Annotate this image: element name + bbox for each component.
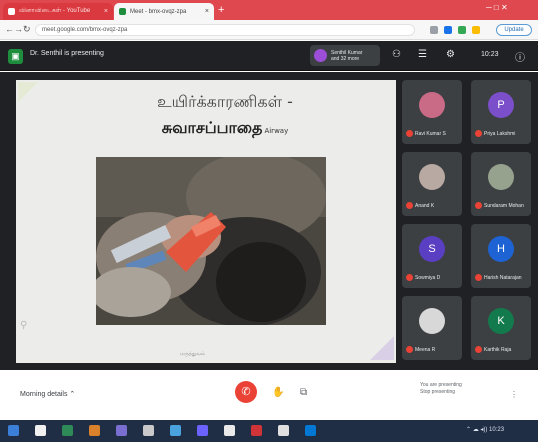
- presenting-note-line1: You are presenting: [420, 382, 462, 388]
- slide-title-line2: சுவாசப்பாதை Airway: [130, 118, 320, 139]
- taskbar-app-icon[interactable]: [116, 425, 127, 436]
- presenter-name: Senthil Kumar: [331, 49, 363, 56]
- mic-off-icon: [475, 346, 482, 353]
- participant-name: Harish Natarajan: [484, 275, 522, 281]
- window-controls[interactable]: ─ □ ✕: [486, 3, 508, 12]
- meet-favicon-icon: [119, 8, 126, 15]
- mic-off-icon: [406, 130, 413, 137]
- presenter-chip[interactable]: Senthil Kumar and 32 more: [310, 45, 380, 66]
- taskbar-app-icon[interactable]: [278, 425, 289, 436]
- participant-avatar: [419, 92, 445, 118]
- participant-avatar: S: [419, 236, 445, 262]
- tab-meet-label: Meet - bmx-ovqz-zpa: [130, 8, 187, 15]
- participant-tile[interactable]: S Sowmiya D: [402, 224, 462, 288]
- extension-icon[interactable]: [444, 26, 452, 34]
- participant-avatar: [419, 164, 445, 190]
- slide-footer: மருத்துவம்: [180, 351, 206, 357]
- url-input[interactable]: meet.google.com/bmx-ovqz-zpa: [35, 24, 415, 36]
- participant-tile[interactable]: K Karthik Raja: [471, 296, 531, 360]
- participant-avatar: [419, 308, 445, 334]
- participant-name: Ravi Kumar S: [415, 131, 446, 137]
- taskbar-app-icon[interactable]: [305, 425, 316, 436]
- participant-avatar: [488, 164, 514, 190]
- mic-off-icon: [475, 274, 482, 281]
- presenting-note[interactable]: You are presenting Stop presenting: [420, 382, 488, 396]
- slide-corner-decoration: [370, 336, 394, 360]
- taskbar-app-icon[interactable]: [224, 425, 235, 436]
- mic-off-icon: [475, 202, 482, 209]
- presenter-more: and 32 more: [331, 55, 360, 62]
- taskbar-app-icon[interactable]: [89, 425, 100, 436]
- taskbar-app-icon[interactable]: [35, 425, 46, 436]
- update-button[interactable]: Update: [496, 24, 532, 36]
- meet-controls-bar: [0, 370, 538, 422]
- raise-hand-button[interactable]: ✋: [272, 387, 284, 398]
- slide-nav-icon: ⚲: [20, 320, 28, 331]
- forward-icon[interactable]: →: [14, 24, 23, 34]
- participant-name: Sowmiya D: [415, 275, 441, 281]
- participant-name: Karthik Raja: [484, 347, 512, 353]
- new-tab-button[interactable]: +: [218, 4, 224, 16]
- more-options-button[interactable]: ⋮: [510, 390, 518, 399]
- captions-button[interactable]: ⧉: [300, 387, 307, 398]
- taskbar-app-icon[interactable]: [170, 425, 181, 436]
- chat-icon[interactable]: ☰: [418, 49, 427, 60]
- chevron-up-icon: ⌃: [69, 391, 76, 398]
- end-call-button[interactable]: ✆: [235, 381, 257, 403]
- info-icon[interactable]: ⓘ: [515, 49, 525, 64]
- participant-tile[interactable]: Sundaram Mohan: [471, 152, 531, 216]
- screen: { "browser": { "tabs": [ {"label": "வினா…: [0, 0, 538, 442]
- slide-title-line1: உயிர்க்காரணிகள் -: [157, 92, 293, 111]
- mic-off-icon: [406, 202, 413, 209]
- participant-tile[interactable]: H Harish Natarajan: [471, 224, 531, 288]
- taskbar-app-icon[interactable]: [197, 425, 208, 436]
- participant-name: Anand K: [415, 203, 435, 209]
- participant-tile[interactable]: Ravi Kumar S: [402, 80, 462, 144]
- mic-off-icon: [406, 346, 413, 353]
- activities-icon[interactable]: ⚙: [446, 49, 455, 60]
- slide-title-english: Airway: [264, 127, 289, 135]
- youtube-favicon-icon: [8, 8, 15, 15]
- mic-off-icon: [475, 130, 482, 137]
- participant-tile[interactable]: P Priya Lakshmi: [471, 80, 531, 144]
- taskbar-app-icon[interactable]: [62, 425, 73, 436]
- tab-meet[interactable]: Meet - bmx-ovqz-zpa ×: [114, 3, 214, 20]
- taskbar-app-icon[interactable]: [251, 425, 262, 436]
- participant-avatar: K: [488, 308, 514, 334]
- close-tab-icon[interactable]: ×: [205, 8, 209, 15]
- slide-title-tamil: சுவாசப்பாதை: [161, 118, 263, 137]
- back-icon[interactable]: ←: [5, 24, 14, 34]
- participant-name: Priya Lakshmi: [484, 131, 516, 137]
- participant-avatar: H: [488, 236, 514, 262]
- extension-icon[interactable]: [472, 26, 480, 34]
- airway-procedure-image: [96, 157, 326, 325]
- tab-youtube-label: வினாவிடைகள் - YouTube: [19, 8, 91, 14]
- taskbar-app-icon[interactable]: [143, 425, 154, 436]
- presenter-avatar: [314, 49, 327, 62]
- meeting-name[interactable]: Morning details ⌃: [20, 390, 75, 398]
- stop-presenting-link[interactable]: Stop presenting: [420, 389, 488, 396]
- extension-icon[interactable]: [458, 26, 466, 34]
- taskbar: [0, 420, 538, 442]
- participant-tile[interactable]: Anand K: [402, 152, 462, 216]
- presenting-label: Dr. Senthil is presenting: [30, 50, 104, 57]
- tray-clock: 10:23: [489, 427, 505, 433]
- reload-icon[interactable]: ↻: [23, 24, 31, 35]
- tab-youtube[interactable]: வினாவிடைகள் - YouTube ×: [3, 3, 113, 20]
- clock: 10:23: [481, 51, 499, 58]
- people-icon[interactable]: ⚇: [392, 49, 401, 60]
- participant-name: Sundaram Mohan: [484, 203, 524, 209]
- slide-corner-decoration: [18, 82, 38, 102]
- participant-tile[interactable]: Meena R: [402, 296, 462, 360]
- extension-icon[interactable]: [430, 26, 438, 34]
- participant-name: Meena R: [415, 347, 436, 353]
- mic-off-icon: [406, 274, 413, 281]
- system-tray[interactable]: ⌃ ☁ ◂)) 10:23: [466, 426, 504, 433]
- participant-avatar: P: [488, 92, 514, 118]
- airway-procedure-photo: [96, 157, 326, 325]
- meeting-name-label: Morning details: [20, 391, 68, 398]
- taskbar-app-icon[interactable]: [8, 425, 19, 436]
- present-screen-icon: ▣: [8, 49, 23, 64]
- close-tab-icon[interactable]: ×: [104, 8, 108, 15]
